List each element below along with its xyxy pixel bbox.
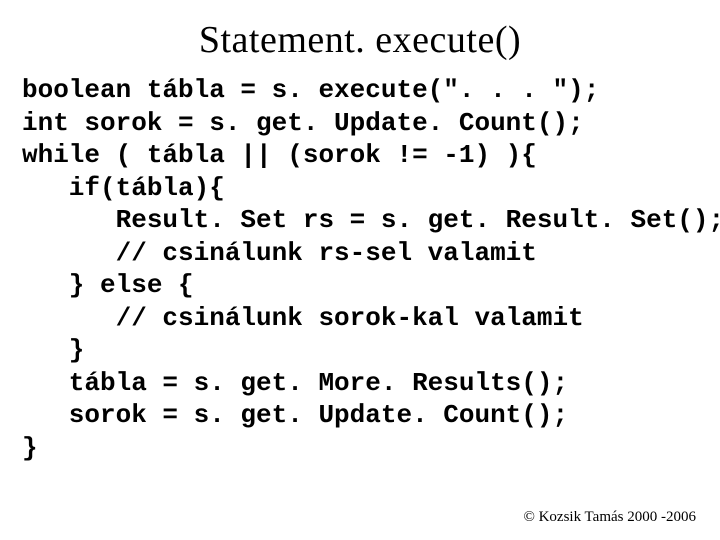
page-title: Statement. execute()	[0, 0, 720, 74]
footer-copyright: © Kozsik Tamás 2000 -2006	[523, 509, 696, 526]
code-block: boolean tábla = s. execute(". . . "); in…	[0, 74, 720, 464]
